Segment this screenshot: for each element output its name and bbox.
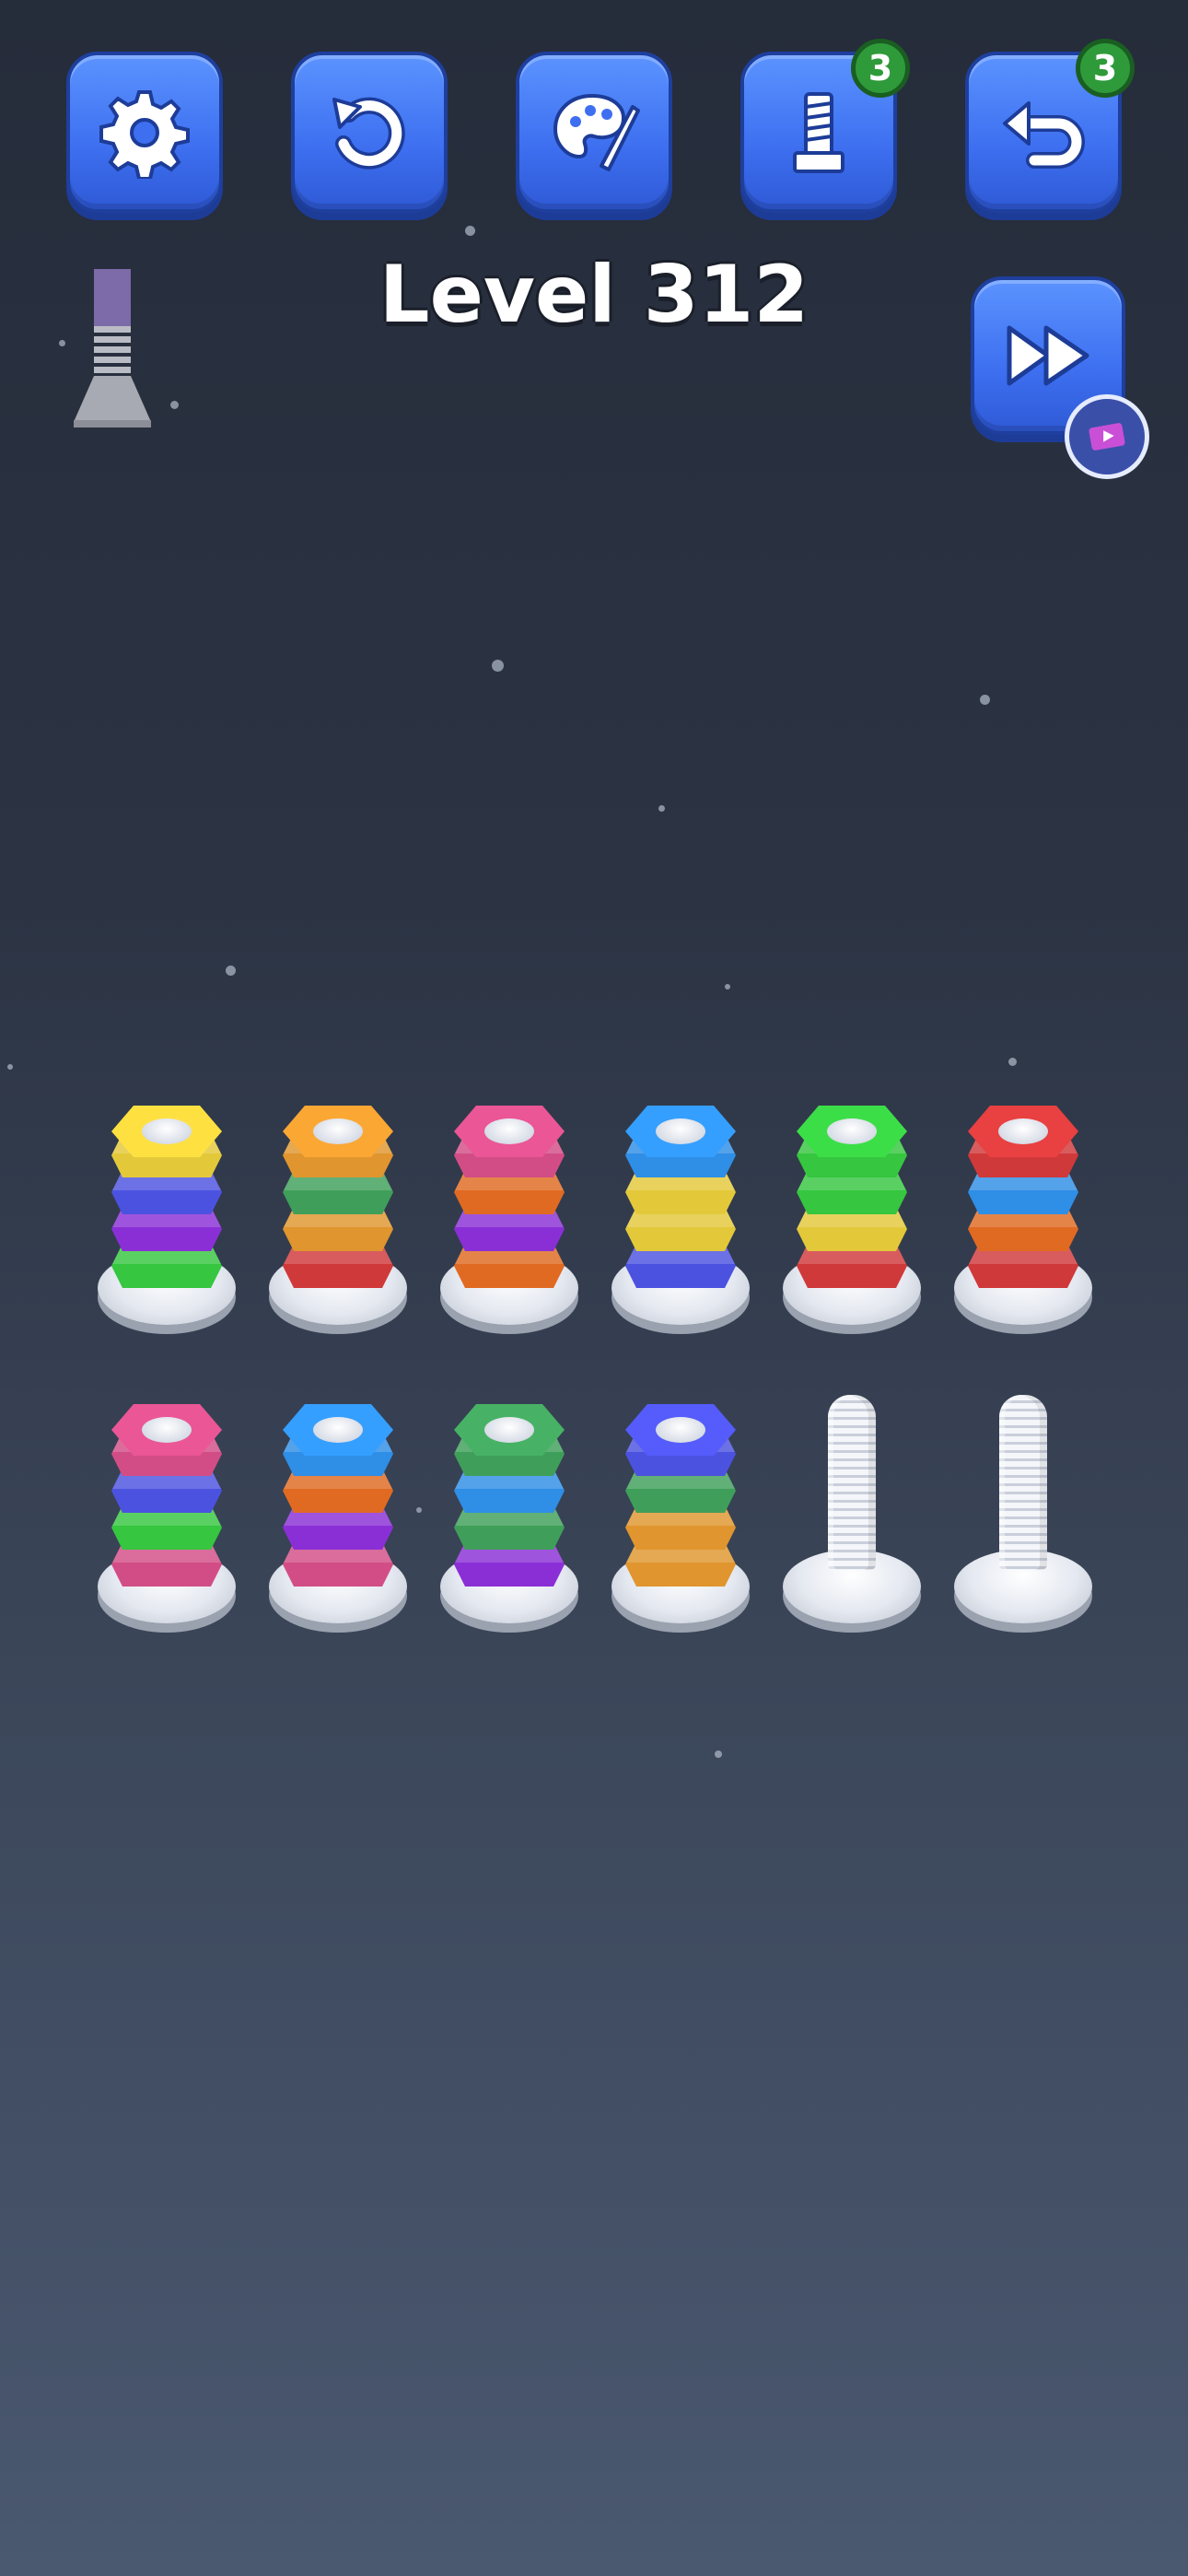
extra-bolt-button[interactable]: 3 — [740, 39, 910, 213]
bolt-count-badge: 3 — [851, 39, 910, 98]
star-dot — [725, 984, 730, 989]
gear-icon — [99, 89, 190, 179]
star-dot — [980, 695, 990, 705]
star-dot — [492, 660, 504, 672]
bolt-stack[interactable] — [954, 1376, 1092, 1634]
star-dot — [715, 1751, 722, 1758]
undo-button[interactable]: 3 — [965, 39, 1135, 213]
palette-icon — [553, 93, 640, 171]
star-dot — [7, 1064, 13, 1070]
bolt-tip — [142, 1417, 192, 1443]
bolt-tip — [827, 1118, 877, 1144]
star-dot — [1008, 1058, 1017, 1066]
empty-bolt-rod — [828, 1395, 876, 1570]
bolt-tip — [313, 1417, 363, 1443]
bolt-stack[interactable] — [440, 1078, 578, 1336]
settings-button[interactable] — [66, 52, 223, 213]
restart-icon — [332, 97, 405, 170]
star-dot — [170, 401, 179, 409]
bolt-tip — [484, 1417, 534, 1443]
bolt-stack[interactable] — [954, 1078, 1092, 1336]
bolt-stack[interactable] — [611, 1376, 750, 1634]
bolt-stack[interactable] — [440, 1376, 578, 1634]
undo-count-badge: 3 — [1076, 39, 1135, 98]
star-dot — [658, 805, 665, 812]
undo-icon — [1003, 100, 1085, 169]
bolt-tip — [313, 1118, 363, 1144]
star-dot — [59, 340, 65, 346]
bolt-stack[interactable] — [783, 1078, 921, 1336]
star-dot — [416, 1507, 422, 1513]
theme-palette-button[interactable] — [516, 52, 672, 213]
restart-button[interactable] — [291, 52, 448, 213]
bolt-stack[interactable] — [98, 1376, 236, 1634]
fast-forward-icon — [1007, 325, 1089, 386]
bolt-tip — [998, 1118, 1048, 1144]
bolt-tip — [656, 1417, 705, 1443]
bolt-stack[interactable] — [611, 1078, 750, 1336]
video-ad-icon — [1089, 423, 1125, 451]
bolt-tip — [142, 1118, 192, 1144]
empty-bolt-rod — [999, 1395, 1047, 1570]
star-dot — [465, 226, 475, 236]
bolt-tip — [656, 1118, 705, 1144]
bolt-stack[interactable] — [269, 1376, 407, 1634]
bolt-stack[interactable] — [98, 1078, 236, 1336]
bolt-tip — [484, 1118, 534, 1144]
bolt-stack[interactable] — [783, 1376, 921, 1634]
video-ad-badge — [1065, 394, 1149, 479]
star-dot — [226, 966, 236, 976]
bolt-icon — [793, 91, 844, 173]
bolt-stack[interactable] — [269, 1078, 407, 1336]
